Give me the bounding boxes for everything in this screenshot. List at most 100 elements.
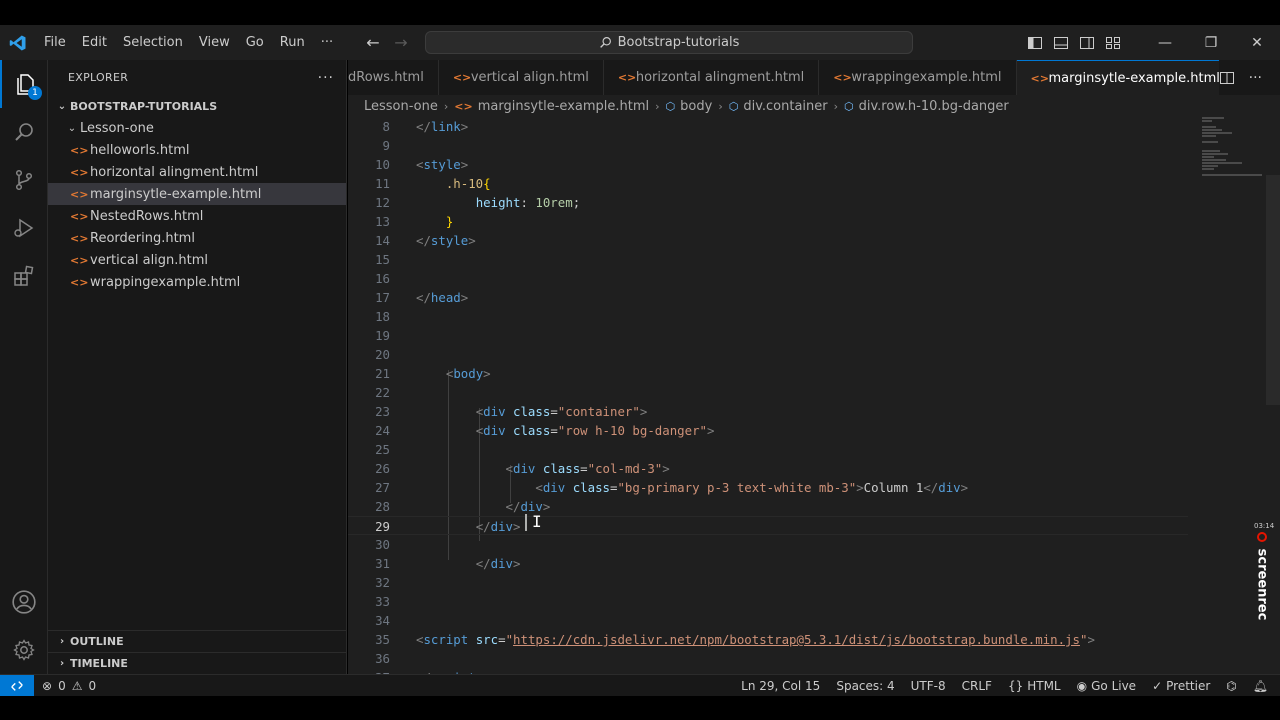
account-icon[interactable]	[0, 578, 48, 626]
code-line[interactable]: 25	[348, 440, 1188, 459]
code-line[interactable]: 10 <style>	[348, 155, 1188, 174]
minimize-icon[interactable]: —	[1142, 25, 1188, 60]
folder-lesson-one[interactable]: ⌄ Lesson-one	[48, 117, 346, 139]
menu-more[interactable]: ···	[313, 25, 341, 60]
line-number: 9	[382, 138, 390, 153]
minimap-line	[1202, 153, 1228, 155]
code-line[interactable]: 22	[348, 383, 1188, 402]
code-line[interactable]: 17 </head>	[348, 288, 1188, 307]
code-line[interactable]: 27 <div class="bg-primary p-3 text-white…	[348, 478, 1188, 497]
problems-indicator[interactable]: ⊗ 0 ⚠ 0	[34, 679, 96, 693]
more-tab-actions-icon[interactable]: ···	[1249, 70, 1262, 86]
element-icon: ⬡	[728, 99, 739, 113]
split-editor-icon[interactable]	[1219, 70, 1235, 86]
code-line[interactable]: 31 </div>	[348, 554, 1188, 573]
tab-horizontal-alingment[interactable]: <> horizontal alingment.html	[604, 60, 820, 95]
breadcrumb-body[interactable]: body	[680, 99, 712, 114]
code-line[interactable]: 36	[348, 649, 1188, 668]
menu-view[interactable]: View	[191, 25, 238, 60]
code-line[interactable]: 35 <script src="https://cdn.jsdelivr.net/…	[348, 630, 1188, 649]
file-item[interactable]: <> helloworls.html	[48, 139, 346, 161]
code-line[interactable]: 18	[348, 307, 1188, 326]
code-line[interactable]: 23 <div class="container">	[348, 402, 1188, 421]
go-live-button[interactable]: ◉ Go Live	[1077, 679, 1136, 693]
code-line[interactable]: 30	[348, 535, 1188, 554]
menu-edit[interactable]: Edit	[74, 25, 115, 60]
toggle-panel-icon[interactable]	[1048, 25, 1074, 60]
cursor-position[interactable]: Ln 29, Col 15	[741, 679, 820, 693]
extensions-icon[interactable]	[0, 252, 48, 300]
prettier-button[interactable]: ✓ Prettier	[1152, 679, 1210, 693]
search-view-icon[interactable]	[0, 108, 48, 156]
code-line[interactable]: 28 </div>	[348, 497, 1188, 516]
gear-icon[interactable]	[0, 626, 48, 674]
copilot-icon[interactable]: ⌬	[1226, 679, 1236, 693]
code-line[interactable]: 19	[348, 326, 1188, 345]
breadcrumb-container[interactable]: div.container	[743, 99, 827, 114]
timeline-section[interactable]: › TIMELINE	[48, 652, 347, 674]
tab-marginsytle-example[interactable]: <> marginsytle-example.html	[1016, 60, 1253, 95]
code-line[interactable]: 29 </div>	[348, 516, 1188, 535]
code-line[interactable]: 8 </link>	[348, 117, 1188, 136]
file-item[interactable]: <> horizontal alingment.html	[48, 161, 346, 183]
code-line[interactable]: 15	[348, 250, 1188, 269]
menu-run[interactable]: Run	[272, 25, 313, 60]
code-line[interactable]: 12 height: 10rem;	[348, 193, 1188, 212]
file-item[interactable]: <> wrappingexample.html	[48, 271, 346, 293]
menu-selection[interactable]: Selection	[115, 25, 191, 60]
html-file-icon: <>	[1030, 71, 1049, 85]
file-item[interactable]: <> vertical align.html	[48, 249, 346, 271]
menu-file[interactable]: File	[36, 25, 74, 60]
code-line[interactable]: 14 </style>	[348, 231, 1188, 250]
explorer-icon[interactable]: 1	[0, 60, 48, 108]
scrollbar-thumb[interactable]	[1266, 175, 1280, 405]
indentation[interactable]: Spaces: 4	[836, 679, 894, 693]
end-of-line[interactable]: CRLF	[962, 679, 992, 693]
command-center-search[interactable]: Bootstrap-tutorials	[425, 31, 913, 54]
chevron-right-icon: ›	[59, 636, 65, 647]
tab-wrappingexample[interactable]: <> wrappingexample.html	[819, 60, 1017, 95]
line-number: 13	[375, 214, 390, 229]
more-actions-icon[interactable]: ···	[318, 70, 334, 86]
back-arrow-icon[interactable]: ←	[365, 33, 381, 52]
customize-layout-icon[interactable]	[1100, 25, 1126, 60]
breadcrumb-folder[interactable]: Lesson-one	[364, 99, 438, 114]
minimap-line	[1202, 117, 1224, 119]
code-line[interactable]: 20	[348, 345, 1188, 364]
breadcrumb-row[interactable]: div.row.h-10.bg-danger	[859, 99, 1009, 114]
restore-icon[interactable]: ❐	[1188, 25, 1234, 60]
file-item[interactable]: <> Reordering.html	[48, 227, 346, 249]
toggle-primary-sidebar-icon[interactable]	[1022, 25, 1048, 60]
toggle-secondary-sidebar-icon[interactable]	[1074, 25, 1100, 60]
menu-go[interactable]: Go	[238, 25, 272, 60]
code-line[interactable]: 9	[348, 136, 1188, 155]
forward-arrow-icon[interactable]: →	[393, 33, 409, 52]
breadcrumb-file[interactable]: marginsytle-example.html	[478, 99, 649, 114]
run-debug-icon[interactable]	[0, 204, 48, 252]
code-line[interactable]: 34	[348, 611, 1188, 630]
language-mode[interactable]: {} HTML	[1008, 679, 1061, 693]
file-item-selected[interactable]: <> marginsytle-example.html	[48, 183, 346, 205]
encoding[interactable]: UTF-8	[911, 679, 946, 693]
tab-vertical-align[interactable]: <> vertical align.html	[439, 60, 604, 95]
file-item[interactable]: <> NestedRows.html	[48, 205, 346, 227]
code-line[interactable]: 13 }	[348, 212, 1188, 231]
outline-label: OUTLINE	[70, 635, 124, 648]
code-line[interactable]: 33	[348, 592, 1188, 611]
outline-section[interactable]: › OUTLINE	[48, 630, 347, 652]
close-icon[interactable]: ✕	[1234, 25, 1280, 60]
code-line[interactable]: 24 <div class="row h-10 bg-danger">	[348, 421, 1188, 440]
code-line[interactable]: 16	[348, 269, 1188, 288]
code-line[interactable]: 21 <body>	[348, 364, 1188, 383]
code-editor[interactable]: 8 </link> 9 10 <style> 11 .h-10{12 height: 10…	[348, 117, 1280, 674]
code-line[interactable]: 32	[348, 573, 1188, 592]
code-line[interactable]: 26 <div class="col-md-3">	[348, 459, 1188, 478]
menu-bar: File Edit Selection View Go Run ···	[36, 25, 341, 60]
code-line[interactable]: 11 .h-10{	[348, 174, 1188, 193]
source-control-icon[interactable]	[0, 156, 48, 204]
workspace-folder[interactable]: ⌄ BOOTSTRAP-TUTORIALS	[48, 95, 346, 117]
remote-indicator-icon[interactable]	[0, 674, 34, 697]
minimap[interactable]	[1196, 117, 1266, 177]
notifications-bell-icon[interactable]: 🔔︎	[1253, 679, 1268, 693]
tab-nestedrows[interactable]: dRows.html	[348, 60, 439, 95]
